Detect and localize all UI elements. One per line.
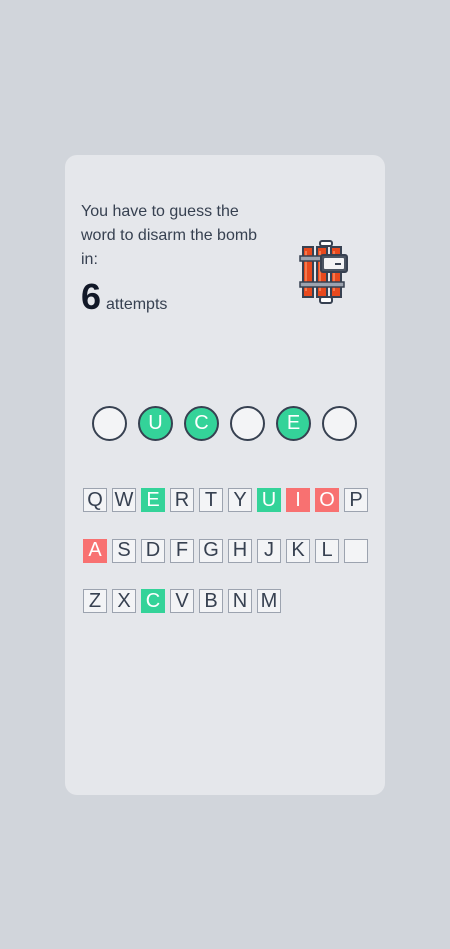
key-e[interactable]: E (141, 488, 165, 512)
key-u[interactable]: U (257, 488, 281, 512)
key-i[interactable]: I (286, 488, 310, 512)
key-v[interactable]: V (170, 589, 194, 613)
key-f[interactable]: F (170, 538, 194, 563)
key-g[interactable]: G (199, 538, 223, 563)
key-y[interactable]: Y (228, 488, 252, 512)
letter-slot: U (138, 406, 173, 441)
letter-slot (92, 406, 127, 441)
key-j[interactable]: J (257, 538, 281, 563)
key-m[interactable]: M (257, 589, 281, 613)
attempts-counter: 6 attempts (81, 277, 167, 317)
key-p[interactable]: P (344, 488, 368, 512)
letter-slot: C (184, 406, 219, 441)
key-x[interactable]: X (112, 589, 136, 613)
on-screen-keyboard: QWERTYUIOP ASDFGHJKL ZXCVBNM (83, 488, 368, 640)
key-blank[interactable] (344, 538, 368, 563)
key-r[interactable]: R (170, 488, 194, 512)
dynamite-bomb-icon (299, 240, 348, 304)
word-slots: UC E (92, 406, 357, 441)
keyboard-row: QWERTYUIOP (83, 488, 368, 512)
keyboard-row: ZXCVBNM (83, 589, 368, 613)
key-k[interactable]: K (286, 538, 310, 563)
key-t[interactable]: T (199, 488, 223, 512)
attempts-label: attempts (106, 296, 168, 313)
key-b[interactable]: B (199, 589, 223, 613)
key-l[interactable]: L (315, 538, 339, 563)
key-a[interactable]: A (83, 538, 107, 563)
key-n[interactable]: N (228, 589, 252, 613)
attempts-count: 6 (81, 276, 102, 317)
keyboard-row: ASDFGHJKL (83, 538, 368, 563)
game-card: You have to guess the word to disarm the… (65, 155, 385, 795)
key-z[interactable]: Z (83, 589, 107, 613)
key-c[interactable]: C (141, 589, 165, 613)
key-o[interactable]: O (315, 488, 339, 512)
key-q[interactable]: Q (83, 488, 107, 512)
letter-slot: E (276, 406, 311, 441)
letter-slot (322, 406, 357, 441)
key-s[interactable]: S (112, 538, 136, 563)
instructions-text: You have to guess the word to disarm the… (81, 203, 258, 268)
key-d[interactable]: D (141, 538, 165, 563)
key-w[interactable]: W (112, 488, 136, 512)
letter-slot (230, 406, 265, 441)
key-h[interactable]: H (228, 538, 252, 563)
